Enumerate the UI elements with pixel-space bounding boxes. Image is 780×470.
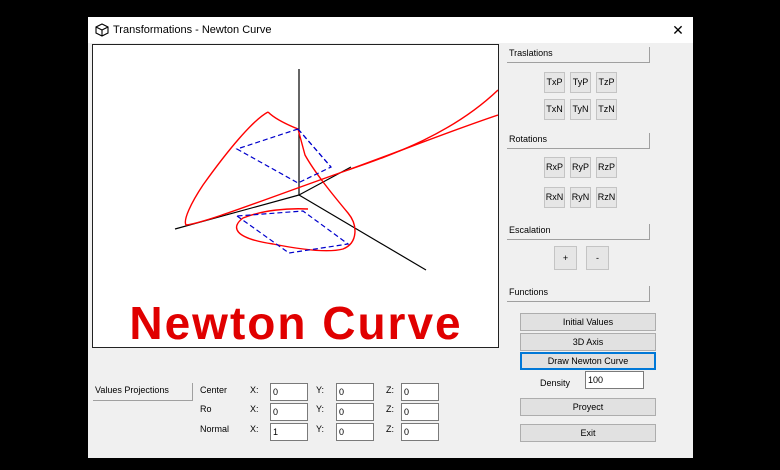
- ro-x-field[interactable]: 0: [270, 403, 308, 421]
- translations-header: Traslations: [507, 47, 650, 63]
- ro-x-label: X:: [250, 404, 259, 414]
- center-label: Center: [200, 385, 228, 395]
- density-field[interactable]: 100: [585, 371, 644, 389]
- ryp-button[interactable]: RyP: [570, 157, 591, 178]
- rzp-button[interactable]: RzP: [596, 157, 617, 178]
- center-y-label: Y:: [316, 385, 325, 395]
- normal-z-label: Z:: [386, 424, 394, 434]
- normal-y-label: Y:: [316, 424, 325, 434]
- rotations-header: Rotations: [507, 133, 650, 149]
- dashed-guides: [235, 128, 350, 254]
- functions-header: Functions: [507, 286, 650, 302]
- ro-y-field[interactable]: 0: [336, 403, 374, 421]
- normal-z-field[interactable]: 0: [401, 423, 439, 441]
- axis-lines: [174, 69, 427, 271]
- normal-x-field[interactable]: 1: [270, 423, 308, 441]
- center-y-field[interactable]: 0: [336, 383, 374, 401]
- ro-z-label: Z:: [386, 404, 394, 414]
- normal-x-label: X:: [250, 424, 259, 434]
- drawing-canvas[interactable]: Newton Curve: [92, 44, 499, 348]
- ro-label: Ro: [200, 404, 212, 414]
- tzn-button[interactable]: TzN: [596, 99, 617, 120]
- tyn-button[interactable]: TyN: [570, 99, 591, 120]
- rxn-button[interactable]: RxN: [544, 187, 565, 208]
- ryn-button[interactable]: RyN: [570, 187, 591, 208]
- density-label: Density: [540, 378, 571, 388]
- escalation-header: Escalation: [507, 224, 650, 240]
- rxp-button[interactable]: RxP: [544, 157, 565, 178]
- axis-3d-button[interactable]: 3D Axis: [520, 333, 656, 351]
- window-title: Transformations - Newton Curve: [113, 24, 272, 36]
- typ-button[interactable]: TyP: [570, 72, 591, 93]
- proyect-button[interactable]: Proyect: [520, 398, 656, 416]
- cube-icon: [95, 23, 109, 37]
- ro-z-field[interactable]: 0: [401, 403, 439, 421]
- exit-button[interactable]: Exit: [520, 424, 656, 442]
- rzn-button[interactable]: RzN: [596, 187, 617, 208]
- center-z-field[interactable]: 0: [401, 383, 439, 401]
- newton-curve: [184, 89, 498, 252]
- tzp-button[interactable]: TzP: [596, 72, 617, 93]
- scale-up-button[interactable]: +: [554, 246, 577, 270]
- app-window: Transformations - Newton Curve ✕ Newton …: [88, 17, 693, 458]
- close-button[interactable]: ✕: [663, 17, 693, 43]
- txp-button[interactable]: TxP: [544, 72, 565, 93]
- txn-button[interactable]: TxN: [544, 99, 565, 120]
- center-x-field[interactable]: 0: [270, 383, 308, 401]
- values-projections-header: Values Projections: [93, 383, 193, 401]
- center-x-label: X:: [250, 385, 259, 395]
- canvas-title: Newton Curve: [129, 297, 462, 347]
- normal-label: Normal: [200, 424, 230, 434]
- title-bar: Transformations - Newton Curve ✕: [88, 17, 693, 43]
- ro-y-label: Y:: [316, 404, 325, 414]
- initial-values-button[interactable]: Initial Values: [520, 313, 656, 331]
- normal-y-field[interactable]: 0: [336, 423, 374, 441]
- draw-newton-curve-button[interactable]: Draw Newton Curve: [520, 352, 656, 370]
- center-z-label: Z:: [386, 385, 394, 395]
- scale-down-button[interactable]: -: [586, 246, 609, 270]
